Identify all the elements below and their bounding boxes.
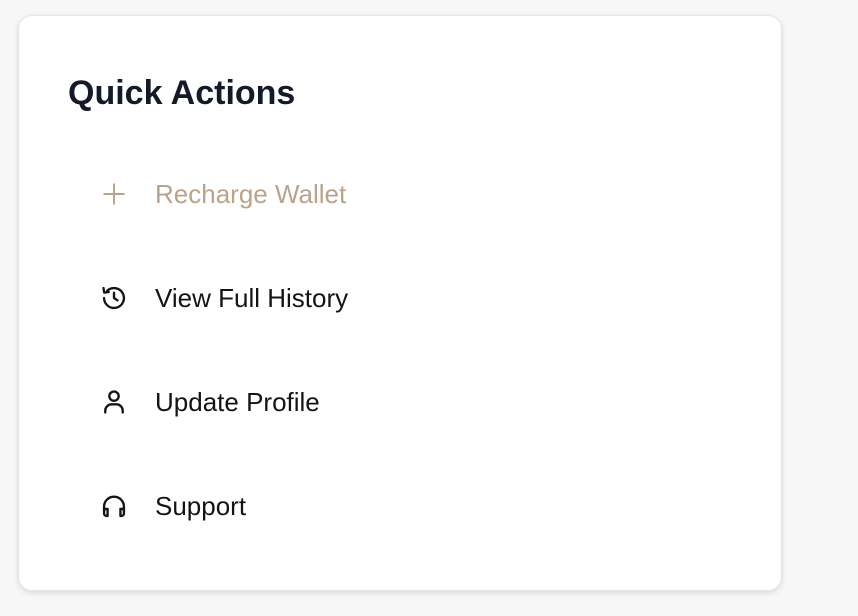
quick-actions-list: Recharge Wallet View Full History Update… [87,142,747,558]
recharge-wallet-label: Recharge Wallet [155,179,347,209]
history-icon [97,281,131,315]
update-profile-label: Update Profile [155,387,320,417]
support-label: Support [155,491,247,521]
support-action[interactable]: Support [87,454,747,558]
recharge-wallet-action[interactable]: Recharge Wallet [87,142,747,246]
update-profile-action[interactable]: Update Profile [87,350,747,454]
user-icon [97,385,131,419]
view-full-history-label: View Full History [155,283,349,313]
quick-actions-card: Quick Actions Recharge Wallet View Full … [18,15,782,591]
card-title: Quick Actions [68,74,296,112]
plus-icon [97,177,131,211]
headphones-icon [97,489,131,523]
view-full-history-action[interactable]: View Full History [87,246,747,350]
